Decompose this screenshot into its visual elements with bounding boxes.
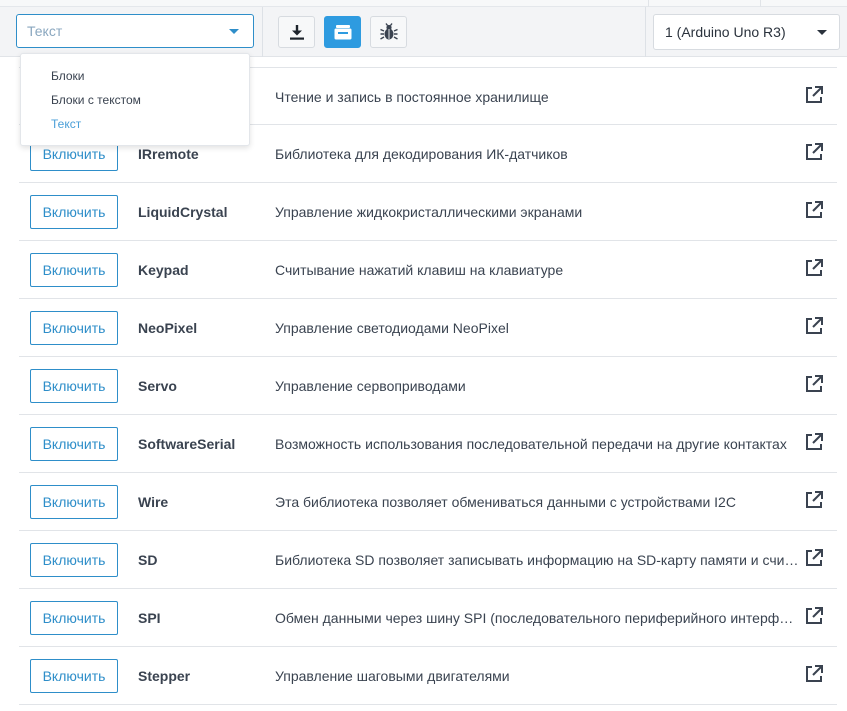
download-button[interactable] <box>278 16 315 48</box>
library-row: Включить Stepper Управление шаговыми двига… <box>19 647 837 705</box>
code-mode-dropdown: Блоки Блоки с текстом Текст <box>20 53 250 146</box>
library-row: Включить LiquidCrystal Управление жидкокри… <box>19 183 837 241</box>
enable-library-button[interactable]: Включить <box>30 427 118 461</box>
library-row: Включить SD Библиотека SD позволяет записы… <box>19 531 837 589</box>
download-icon <box>289 25 304 40</box>
external-link-icon[interactable] <box>804 200 824 220</box>
top-panel-strip <box>0 0 847 7</box>
library-icon <box>334 25 351 40</box>
library-name: Stepper <box>138 668 191 684</box>
library-row: Включить Servo Управление сервоприводами <box>19 357 837 415</box>
code-mode-option[interactable]: Блоки <box>21 64 249 88</box>
code-mode-value: Текст <box>27 23 63 39</box>
libraries-button[interactable] <box>324 16 361 48</box>
chevron-down-icon <box>229 29 239 34</box>
library-name: LiquidCrystal <box>138 204 228 220</box>
library-description: Управление жидкокристаллическими экранам… <box>275 204 583 220</box>
library-row: Включить SoftwareSerial Возможность исполь… <box>19 415 837 473</box>
enable-library-button[interactable]: Включить <box>30 659 118 693</box>
debugger-button[interactable] <box>370 16 407 48</box>
toolbar: Текст 1 (Arduino Uno R3) <box>0 7 847 57</box>
library-name: Servo <box>138 378 177 394</box>
toolbar-divider <box>645 7 646 57</box>
library-name: NeoPixel <box>138 320 198 336</box>
library-description: Управление шаговыми двигателями <box>275 668 510 684</box>
bug-icon <box>379 23 398 40</box>
external-link-icon[interactable] <box>804 374 824 394</box>
enable-library-button[interactable]: Включить <box>30 601 118 635</box>
external-link-icon[interactable] <box>804 85 824 105</box>
board-select[interactable]: 1 (Arduino Uno R3) <box>653 14 840 50</box>
external-link-icon[interactable] <box>804 490 824 510</box>
top-divider <box>760 0 761 7</box>
library-name: Wire <box>138 494 169 510</box>
library-row: Включить SPI Обмен данными через шину SPI … <box>19 589 837 647</box>
library-row: Включить Keypad Считывание нажатий клавиш … <box>19 241 837 299</box>
library-description: Библиотека SD позволяет записывать инфор… <box>275 552 799 568</box>
chevron-down-icon <box>817 30 827 35</box>
library-name: SPI <box>138 610 161 626</box>
top-divider <box>648 0 649 7</box>
library-description: Чтение и запись в постоянное хранилище <box>275 89 549 105</box>
external-link-icon[interactable] <box>804 664 824 684</box>
library-name: Keypad <box>138 262 189 278</box>
library-description: Возможность использования последовательн… <box>275 436 787 452</box>
library-list: ВключитьEEPROMЧтение и запись в постоянн… <box>19 67 837 705</box>
enable-library-button[interactable]: Включить <box>30 253 118 287</box>
toolbar-divider <box>262 7 263 57</box>
library-description: Управление светодиодами NeoPixel <box>275 320 509 336</box>
library-name: SoftwareSerial <box>138 436 236 452</box>
library-description: Считывание нажатий клавиш на клавиатуре <box>275 262 564 278</box>
library-description: Обмен данными через шину SPI (последоват… <box>275 610 799 626</box>
library-description: Библиотека для декодирования ИК-датчиков <box>275 146 568 162</box>
library-name: SD <box>138 552 158 568</box>
code-mode-option[interactable]: Блоки с текстом <box>21 88 249 112</box>
enable-library-button[interactable]: Включить <box>30 369 118 403</box>
enable-library-button[interactable]: Включить <box>30 195 118 229</box>
library-row: Включить Wire Эта библиотека позволяет обм… <box>19 473 837 531</box>
board-select-value: 1 (Arduino Uno R3) <box>665 24 786 40</box>
external-link-icon[interactable] <box>804 142 824 162</box>
library-description: Управление сервоприводами <box>275 378 466 394</box>
enable-library-button[interactable]: Включить <box>30 485 118 519</box>
external-link-icon[interactable] <box>804 432 824 452</box>
external-link-icon[interactable] <box>804 316 824 336</box>
external-link-icon[interactable] <box>804 548 824 568</box>
code-mode-option[interactable]: Текст <box>21 112 249 136</box>
library-row: Включить NeoPixel Управление светодиодами … <box>19 299 837 357</box>
enable-library-button[interactable]: Включить <box>30 543 118 577</box>
external-link-icon[interactable] <box>804 258 824 278</box>
library-description: Эта библиотека позволяет обмениваться да… <box>275 494 736 510</box>
external-link-icon[interactable] <box>804 606 824 626</box>
code-mode-select[interactable]: Текст <box>16 14 254 48</box>
enable-library-button[interactable]: Включить <box>30 311 118 345</box>
